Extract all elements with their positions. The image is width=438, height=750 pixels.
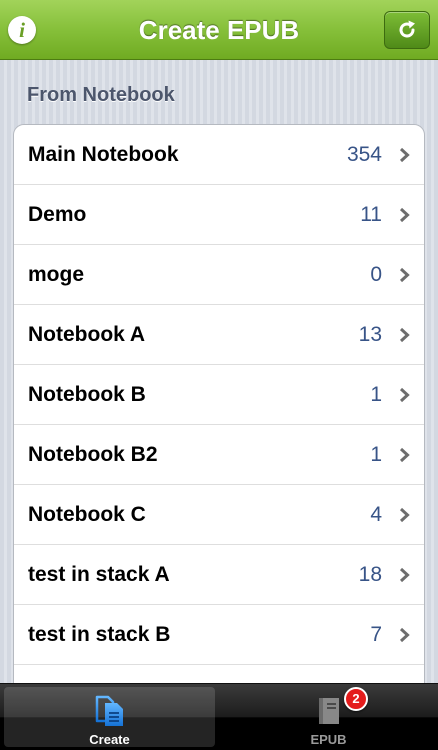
notebook-count: 18 <box>358 563 382 586</box>
page-title: Create EPUB <box>138 15 300 45</box>
notification-badge: 2 <box>344 687 368 711</box>
notebook-row[interactable]: Notebook B 1 <box>14 365 424 425</box>
notebook-row[interactable]: test in stack A 18 <box>14 545 424 605</box>
notebook-count: 0 <box>370 263 382 286</box>
chevron-right-icon <box>399 627 410 643</box>
notebook-name: Notebook B2 <box>28 443 158 466</box>
create-document-icon <box>95 695 123 726</box>
notebook-name: Notebook B <box>28 383 146 406</box>
chevron-right-icon <box>399 447 410 463</box>
notebook-count: 13 <box>358 323 382 346</box>
navigation-bar: i Create EPUB <box>0 0 438 60</box>
refresh-icon <box>399 20 415 38</box>
tab-bar: Create 2 EPUB <box>0 683 438 750</box>
notebook-row[interactable]: test in stack B 7 <box>14 605 424 665</box>
notebook-row[interactable]: Notebook C 4 <box>14 485 424 545</box>
chevron-right-icon <box>399 147 410 163</box>
notebook-count: 1 <box>370 443 382 466</box>
book-icon <box>319 698 339 724</box>
notebook-row[interactable]: Main Notebook 354 <box>14 125 424 185</box>
tab-create[interactable]: Create <box>4 687 215 747</box>
notebook-count: 7 <box>370 623 382 646</box>
notebook-name: test in stack A <box>28 563 170 586</box>
notebook-count: 354 <box>346 143 382 166</box>
chevron-right-icon <box>399 327 410 343</box>
notebook-name: moge <box>28 263 85 286</box>
tab-label: EPUB <box>310 732 347 747</box>
notebook-name: test in stack B <box>28 623 171 646</box>
chevron-right-icon <box>399 567 410 583</box>
notebook-name: Notebook C <box>28 503 146 526</box>
notebook-row[interactable]: moge 0 <box>14 245 424 305</box>
notebook-count: 4 <box>370 503 382 526</box>
notebook-row[interactable]: Demo 11 <box>14 185 424 245</box>
chevron-right-icon <box>399 387 410 403</box>
chevron-right-icon <box>399 207 410 223</box>
notebook-row[interactable]: Notebook A 13 <box>14 305 424 365</box>
notebook-row[interactable]: Notebook B2 1 <box>14 425 424 485</box>
tab-label: Create <box>89 732 130 747</box>
section-header: From Notebook <box>27 84 175 106</box>
chevron-right-icon <box>399 267 410 283</box>
badge-count: 2 <box>352 691 360 706</box>
notebook-name: Demo <box>28 203 87 226</box>
notebook-name: Main Notebook <box>28 143 179 166</box>
notebook-list: Main Notebook 354 Demo 11 moge 0 Noteboo… <box>13 124 425 744</box>
refresh-button[interactable] <box>384 11 430 49</box>
notebook-count: 1 <box>370 383 382 406</box>
chevron-right-icon <box>399 507 410 523</box>
notebook-count: 11 <box>360 203 382 226</box>
tab-epub[interactable]: 2 EPUB <box>223 687 434 747</box>
notebook-name: Notebook A <box>28 323 146 346</box>
